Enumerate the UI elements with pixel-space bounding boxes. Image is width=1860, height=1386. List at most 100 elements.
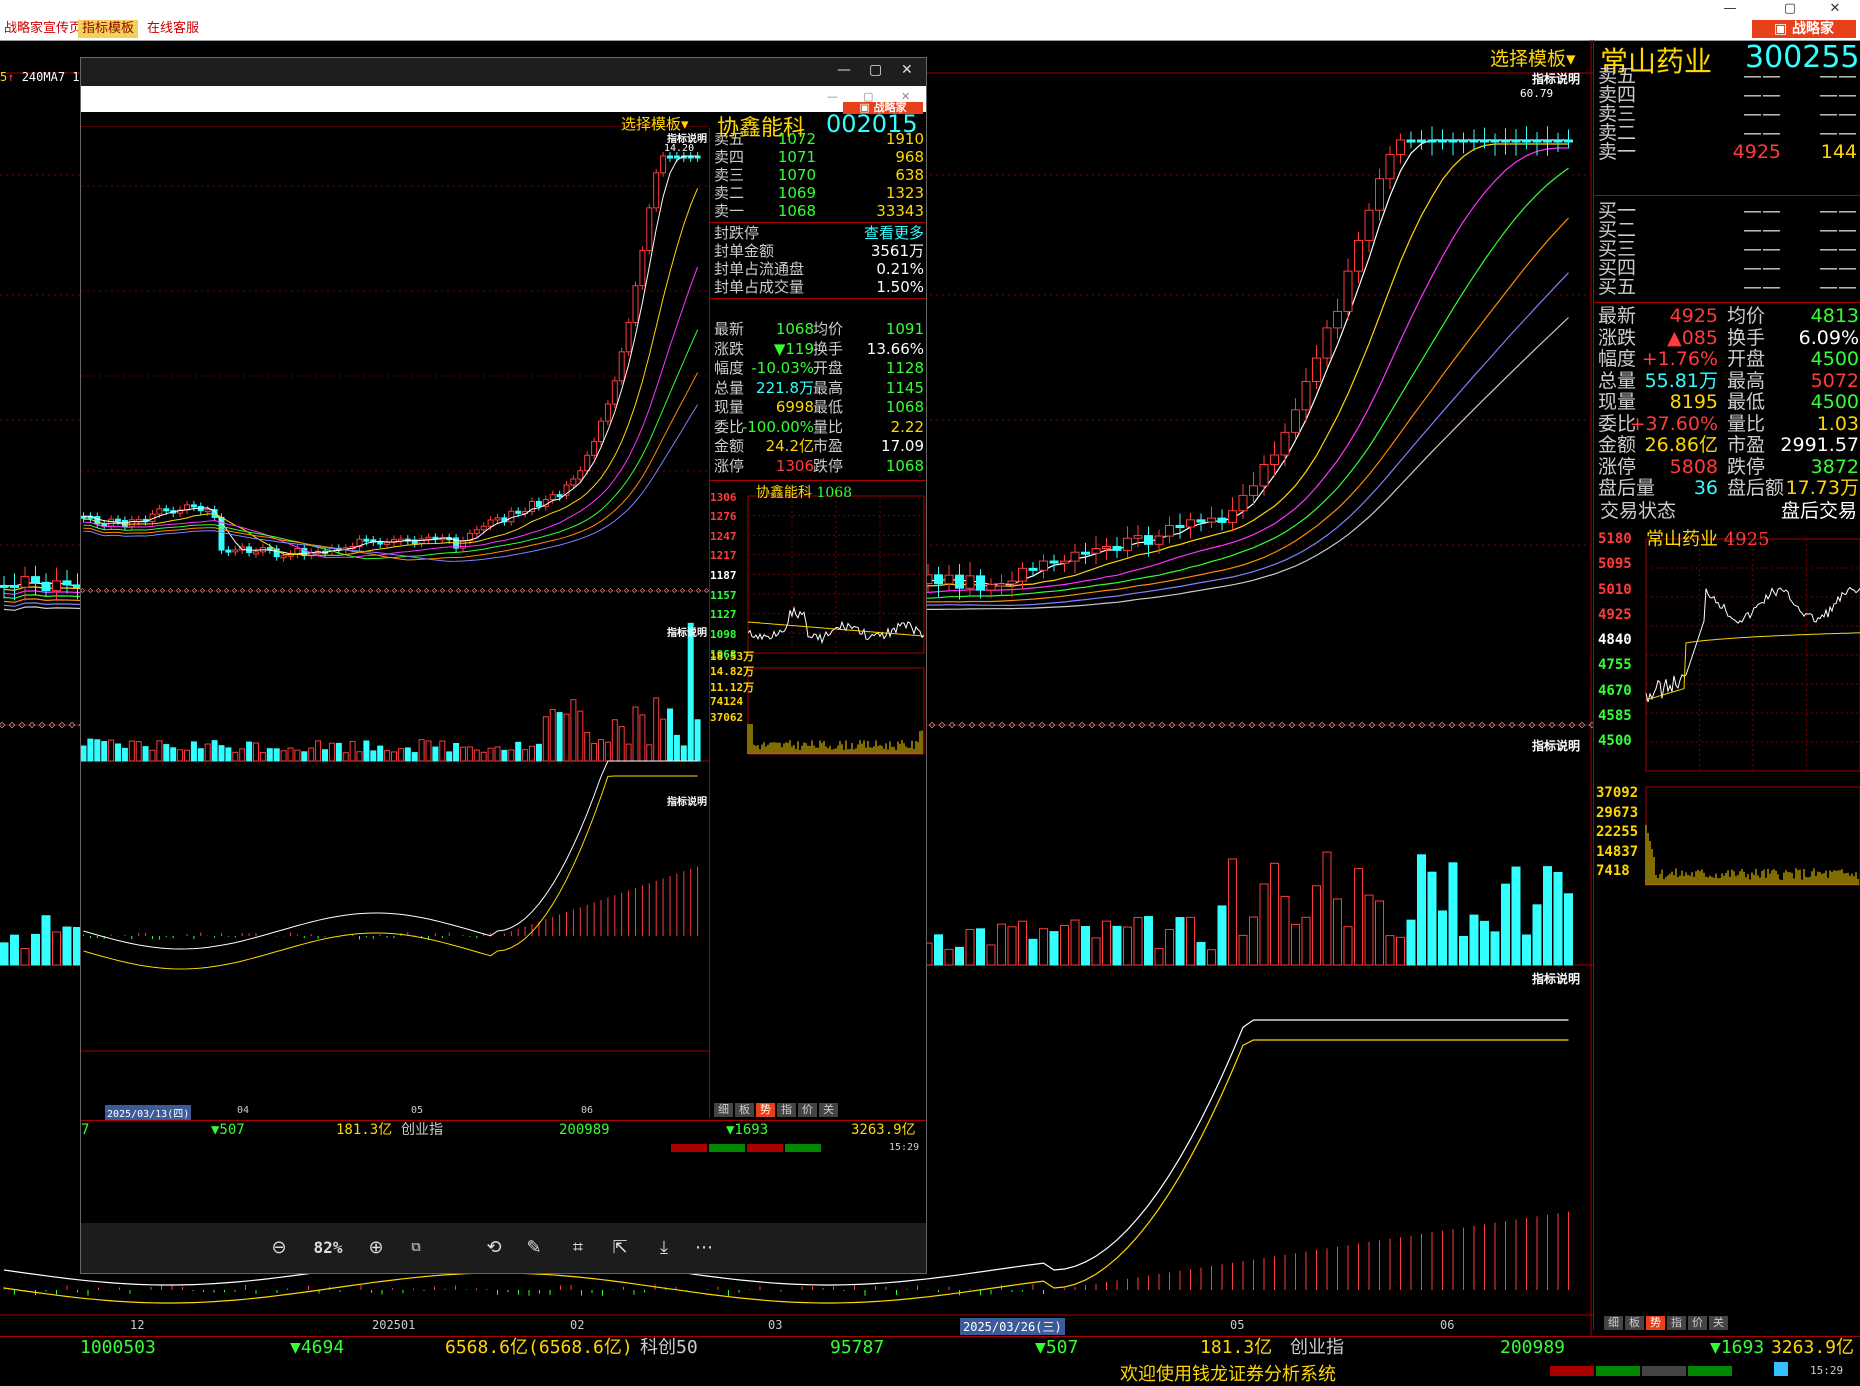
brand-button[interactable]: ▣ 战略家: [1752, 20, 1856, 38]
download-icon[interactable]: ⤓: [651, 1237, 677, 1259]
viewer-mini-price: 1068: [816, 485, 853, 501]
tab-2[interactable]: 势: [1646, 1316, 1665, 1330]
viewer-quote-panel: 卖五 1072 1910 卖四 1071 968 卖三 1070 638 卖二 1069 1323 卖一…: [709, 128, 926, 1118]
intraday-chart[interactable]: [1594, 525, 1860, 1370]
y-tick: 1217: [710, 549, 737, 563]
volume-bar: [1553, 871, 1563, 966]
volume-bar: [1385, 935, 1395, 966]
candle-body: [1532, 139, 1542, 143]
tab-5[interactable]: 关: [1709, 1316, 1728, 1330]
stat-label: 最新: [714, 320, 745, 338]
select-template-dropdown[interactable]: 选择模板▾: [1490, 44, 1576, 71]
tab-1[interactable]: 板: [1625, 1316, 1644, 1330]
trade-status-row: 交易状态 盘后交易: [1594, 500, 1860, 522]
volume-bar: [934, 934, 943, 966]
tab-5[interactable]: 关: [819, 1103, 838, 1117]
up-arrow-icon: ↑: [7, 70, 15, 84]
indicator-note-link-vol[interactable]: 指标说明: [1532, 737, 1580, 754]
volume-bar: [121, 747, 128, 762]
menu-item-indicator-template[interactable]: 指标模板: [78, 20, 139, 38]
indicator-note-link-macd[interactable]: 指标说明: [1532, 970, 1580, 987]
viewer-maximize-button[interactable]: ▢: [869, 62, 882, 78]
y-tick: 11.12万: [710, 681, 755, 694]
tab-2[interactable]: 势: [756, 1103, 775, 1117]
y-tick: 29673: [1596, 804, 1639, 821]
zoom-out-icon[interactable]: ⊖: [266, 1237, 292, 1259]
viewer-indicator-note-vol[interactable]: 指标说明: [667, 624, 707, 639]
indicator-note-link[interactable]: 指标说明: [1532, 70, 1580, 87]
mini-vol-frame: [747, 667, 925, 755]
candle-body: [487, 519, 494, 527]
viewer-kline-chart[interactable]: [81, 126, 709, 1223]
seal-label: 封单金额: [714, 242, 775, 260]
seal-title: 封跌停: [714, 224, 760, 242]
volume-bar: [156, 740, 163, 762]
candle-body: [1133, 535, 1143, 539]
edit-icon[interactable]: ✎: [521, 1237, 547, 1259]
y-tick: 4755: [1598, 657, 1632, 674]
candle-body: [1291, 409, 1300, 433]
tab-4[interactable]: 价: [798, 1103, 817, 1117]
rotate-icon[interactable]: ⟲: [481, 1237, 507, 1259]
status-indicators: [1550, 1364, 1760, 1378]
zoom-in-icon[interactable]: ⊕: [363, 1237, 389, 1259]
seal-row: 封单占流通盘 0.21%: [710, 260, 926, 278]
tab-3[interactable]: 指: [777, 1103, 796, 1117]
viewer-intraday-chart[interactable]: [710, 482, 926, 1118]
stat-label: 跌停: [1727, 455, 1766, 478]
volume-bar: [287, 747, 294, 762]
volume-bar: [294, 749, 301, 762]
x-tick: 02: [570, 1318, 585, 1332]
volume-bar: [1291, 923, 1300, 966]
candle-body: [115, 518, 121, 522]
maximize-button[interactable]: ▢: [1770, 0, 1810, 18]
see-more-link[interactable]: 查看更多: [864, 224, 924, 242]
image-viewer-window[interactable]: — ▢ ✕ — ▢ ✕ ▣ 战略家 选择模板▾ 协鑫能科 002015 指标说明…: [80, 57, 927, 1274]
stat-label: 幅度: [714, 359, 745, 377]
ma-line: [83, 188, 699, 556]
volume-bar: [1427, 871, 1437, 966]
mini-stock-name: 常山药业: [1646, 529, 1718, 550]
y-tick: 18.53万: [710, 649, 755, 663]
tab-0[interactable]: 细: [1604, 1316, 1623, 1330]
tab-0[interactable]: 细: [714, 1103, 733, 1117]
candle-body: [1154, 535, 1164, 545]
stat-label: 盘后量: [1598, 477, 1656, 499]
x-tick-cursor: 2025/03/26(三): [960, 1318, 1065, 1335]
stat-label: 市盈: [1727, 434, 1766, 456]
menu-item-promo[interactable]: 战略家宣传页: [0, 20, 86, 38]
viewer-minimize-button[interactable]: —: [837, 62, 851, 78]
stat-row: 最新 4925 均价 4813: [1594, 305, 1860, 327]
seal-label: 封单占成交量: [714, 278, 805, 296]
volume-bar: [611, 719, 618, 762]
minimize-button[interactable]: —: [1710, 0, 1750, 18]
stat-label: 最低: [1727, 391, 1766, 413]
caret-down-icon: ▾: [1566, 48, 1576, 70]
candle-body: [639, 249, 646, 287]
stat-label: 委比: [714, 417, 745, 436]
book-label: 卖五: [714, 130, 745, 148]
tab-4[interactable]: 价: [1688, 1316, 1707, 1330]
viewer-close-button[interactable]: ✕: [901, 62, 913, 78]
stat-value: 6.09%: [1798, 326, 1859, 349]
viewer-ticker-item: 181.3亿: [336, 1122, 393, 1138]
volume-bar: [1312, 885, 1321, 966]
candle-body: [1553, 139, 1563, 143]
viewer-indicator-note-macd[interactable]: 指标说明: [667, 793, 707, 808]
crop-icon[interactable]: ⌗: [565, 1237, 591, 1259]
viewer-titlebar[interactable]: — ▢ ✕: [81, 58, 926, 86]
tab-1[interactable]: 板: [735, 1103, 754, 1117]
candle-body: [625, 321, 632, 353]
close-button[interactable]: ✕: [1815, 0, 1855, 18]
volume-bar: [94, 739, 101, 762]
actual-size-icon[interactable]: ⧉: [403, 1237, 429, 1259]
more-icon[interactable]: ⋯: [691, 1237, 717, 1259]
inner-minimize-button[interactable]: —: [827, 90, 838, 103]
volume-bar: [535, 743, 542, 762]
stat-value: 4500: [1810, 348, 1859, 370]
menu-item-online-service[interactable]: 在线客服: [143, 20, 203, 38]
candle-body: [20, 576, 30, 588]
candle-body: [1427, 139, 1437, 143]
tab-3[interactable]: 指: [1667, 1316, 1686, 1330]
share-icon[interactable]: ⇱: [607, 1237, 633, 1259]
